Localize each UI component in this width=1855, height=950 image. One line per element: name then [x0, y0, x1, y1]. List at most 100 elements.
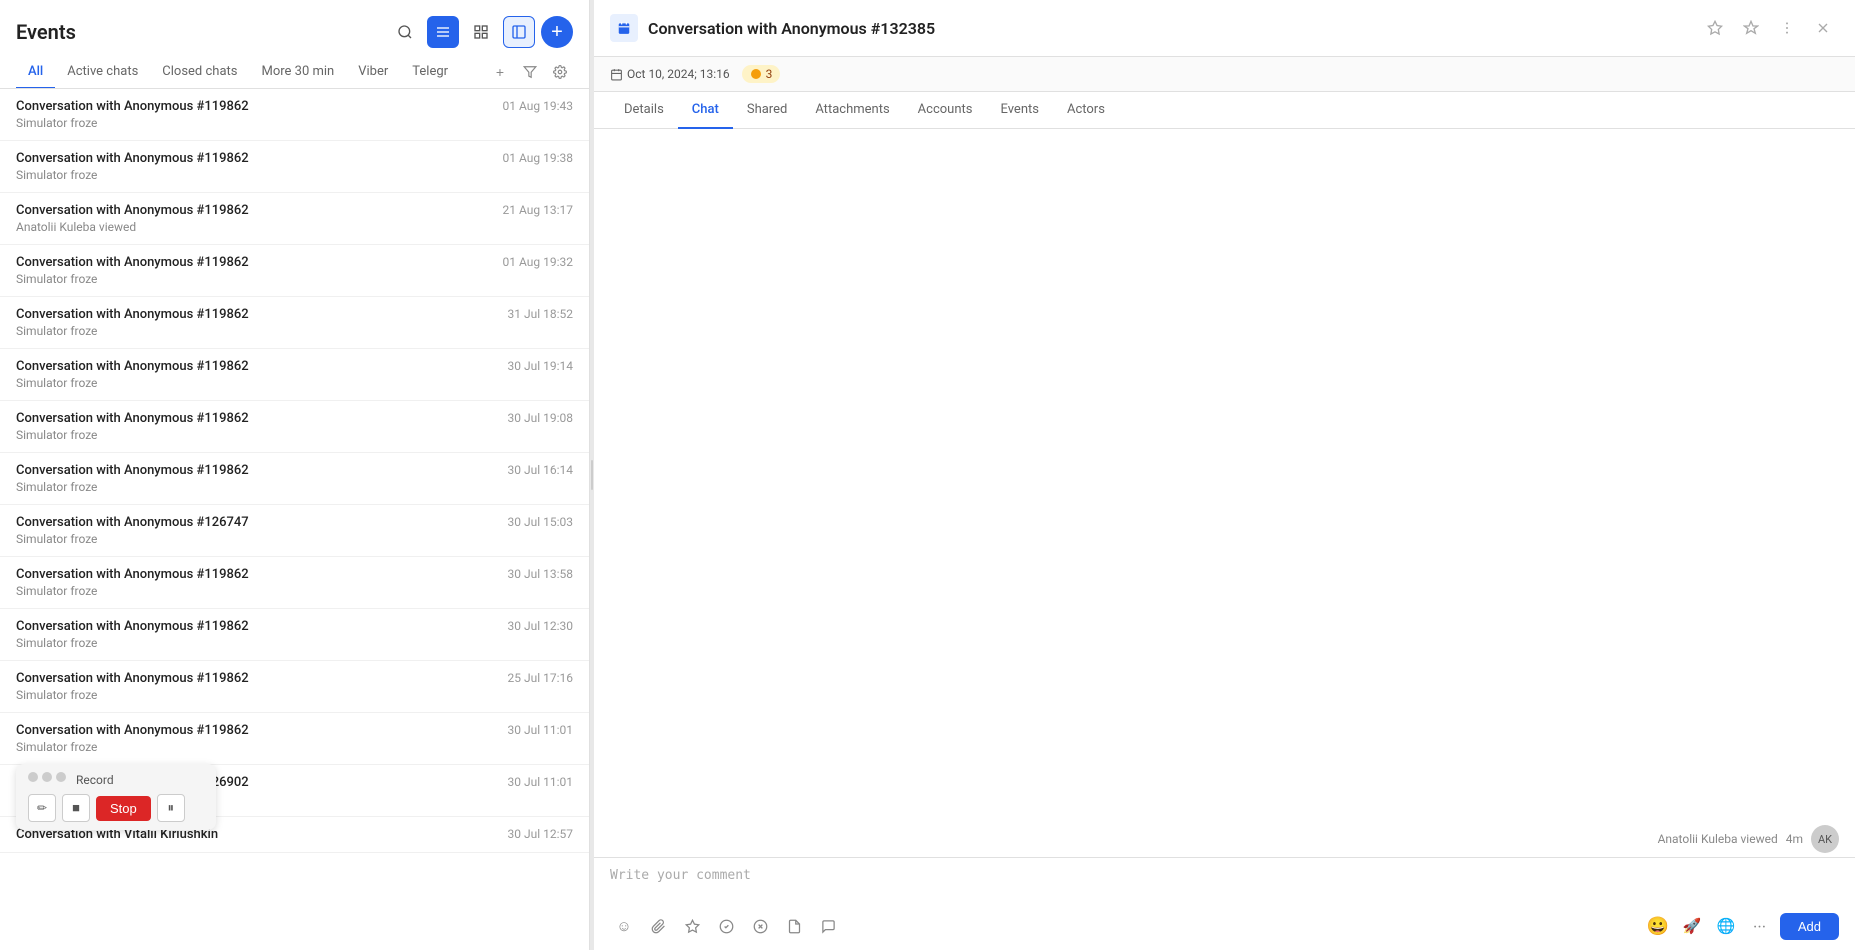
dot-1 — [28, 772, 38, 782]
event-item[interactable]: Conversation with Anonymous #119862 01 A… — [0, 89, 589, 141]
meta-date: Oct 10, 2024; 13:16 — [610, 67, 730, 81]
tab-all[interactable]: All — [16, 56, 55, 89]
left-panel: Events + All Active chats Closed chats M… — [0, 0, 590, 950]
star-button[interactable] — [1699, 12, 1731, 44]
header-actions: + — [389, 16, 573, 48]
edit-icon-btn[interactable]: ✏ — [28, 794, 56, 822]
rocket-button[interactable]: 🚀 — [1678, 912, 1706, 940]
nav-tab-details[interactable]: Details — [610, 92, 678, 129]
settings-button[interactable] — [547, 59, 573, 85]
event-item[interactable]: Conversation with Anonymous #119862 21 A… — [0, 193, 589, 245]
check-button[interactable] — [712, 912, 740, 940]
tab-telegr[interactable]: Telegr — [400, 56, 460, 89]
reply-button[interactable] — [814, 912, 842, 940]
more-options-button[interactable] — [1771, 12, 1803, 44]
event-sub: Anatolii Kuleba viewed — [16, 220, 573, 234]
meta-badge: 3 — [742, 65, 781, 83]
add-event-button[interactable]: + — [541, 16, 573, 48]
note-button[interactable] — [780, 912, 808, 940]
right-panel: Conversation with Anonymous #132385 Oct … — [594, 0, 1855, 950]
event-time: 30 Jul 12:57 — [508, 827, 573, 841]
event-sub: Simulator froze — [16, 168, 573, 182]
event-item[interactable]: Conversation with Anonymous #119862 30 J… — [0, 349, 589, 401]
more-toolbar-button[interactable] — [1746, 912, 1774, 940]
event-item[interactable]: Conversation with Anonymous #119862 30 J… — [0, 713, 589, 765]
pin-button[interactable] — [1735, 12, 1767, 44]
event-time: 01 Aug 19:43 — [503, 99, 573, 113]
tab-active-chats[interactable]: Active chats — [55, 56, 150, 89]
dot-3 — [56, 772, 66, 782]
event-item[interactable]: Conversation with Anonymous #126747 30 J… — [0, 505, 589, 557]
panel-toggle-button[interactable] — [503, 16, 535, 48]
nav-tab-accounts[interactable]: Accounts — [904, 92, 987, 129]
event-sub: Simulator froze — [16, 532, 573, 546]
event-time: 30 Jul 19:14 — [508, 359, 573, 373]
filter-button[interactable] — [517, 59, 543, 85]
nav-tab-attachments[interactable]: Attachments — [801, 92, 903, 129]
red-emoji-button[interactable]: 😀 — [1644, 912, 1672, 940]
close-tool-button[interactable] — [746, 912, 774, 940]
star-tool-button[interactable] — [678, 912, 706, 940]
pause-icon: ⏸ — [168, 801, 175, 816]
event-time: 30 Jul 15:03 — [508, 515, 573, 529]
stop-record-shape-btn[interactable]: ■ — [62, 794, 90, 822]
avatar: AK — [1811, 825, 1839, 853]
add-comment-button[interactable]: Add — [1780, 913, 1839, 940]
viewed-by: Anatolii Kuleba viewed — [1658, 832, 1778, 846]
comment-input[interactable] — [610, 868, 1839, 900]
event-title: Conversation with Anonymous #126747 — [16, 515, 249, 530]
pause-button[interactable]: ⏸ — [157, 794, 185, 822]
event-time: 30 Jul 13:58 — [508, 567, 573, 581]
stop-button[interactable]: Stop — [96, 796, 151, 821]
record-label: Record — [76, 773, 114, 787]
event-title: Conversation with Anonymous #119862 — [16, 463, 249, 478]
dot-2 — [42, 772, 52, 782]
viewed-time: 4m — [1786, 832, 1803, 846]
event-time: 31 Jul 18:52 — [508, 307, 573, 321]
nav-tab-actors[interactable]: Actors — [1053, 92, 1119, 129]
event-title: Conversation with Anonymous #119862 — [16, 567, 249, 582]
event-time: 30 Jul 16:14 — [508, 463, 573, 477]
event-item[interactable]: Conversation with Anonymous #119862 01 A… — [0, 141, 589, 193]
event-title: Conversation with Anonymous #119862 — [16, 619, 249, 634]
tab-more-30-min[interactable]: More 30 min — [249, 56, 346, 89]
event-list: Conversation with Anonymous #119862 01 A… — [0, 89, 589, 950]
event-item[interactable]: Conversation with Anonymous #119862 01 A… — [0, 245, 589, 297]
event-sub: Simulator froze — [16, 116, 573, 130]
nav-tab-events[interactable]: Events — [986, 92, 1052, 129]
event-time: 30 Jul 11:01 — [508, 775, 573, 789]
conv-title: Conversation with Anonymous #132385 — [648, 19, 1689, 38]
event-item[interactable]: Conversation with Anonymous #119862 30 J… — [0, 609, 589, 661]
emoji-button[interactable]: ☺ — [610, 912, 638, 940]
event-item[interactable]: Conversation with Anonymous #119862 31 J… — [0, 297, 589, 349]
chat-footer-info: Anatolii Kuleba viewed 4m AK — [594, 821, 1855, 857]
conv-header-actions — [1699, 12, 1839, 44]
grid-view-button[interactable] — [465, 16, 497, 48]
nav-tab-shared[interactable]: Shared — [733, 92, 801, 129]
event-item[interactable]: Conversation with Anonymous #119862 30 J… — [0, 453, 589, 505]
event-title: Conversation with Anonymous #119862 — [16, 255, 249, 270]
event-sub: Simulator froze — [16, 272, 573, 286]
event-time: 30 Jul 19:08 — [508, 411, 573, 425]
event-time: 01 Aug 19:32 — [503, 255, 573, 269]
event-item[interactable]: Conversation with Anonymous #119862 30 J… — [0, 401, 589, 453]
filter-tabs: All Active chats Closed chats More 30 mi… — [0, 48, 589, 89]
event-time: 21 Aug 13:17 — [503, 203, 573, 217]
tab-closed-chats[interactable]: Closed chats — [150, 56, 249, 89]
event-time: 30 Jul 12:30 — [508, 619, 573, 633]
event-item[interactable]: Conversation with Anonymous #119862 25 J… — [0, 661, 589, 713]
add-tab-button[interactable]: + — [487, 59, 513, 85]
nav-tab-chat[interactable]: Chat — [678, 92, 733, 129]
close-button[interactable] — [1807, 12, 1839, 44]
globe-button[interactable]: 🌐 — [1712, 912, 1740, 940]
attach-button[interactable] — [644, 912, 672, 940]
search-button[interactable] — [389, 16, 421, 48]
nav-tabs: Details Chat Shared Attachments Accounts… — [594, 92, 1855, 129]
list-view-button[interactable] — [427, 16, 459, 48]
conv-header: Conversation with Anonymous #132385 — [594, 0, 1855, 57]
event-item[interactable]: Conversation with Anonymous #119862 30 J… — [0, 557, 589, 609]
event-title: Conversation with Anonymous #119862 — [16, 411, 249, 426]
tab-viber[interactable]: Viber — [346, 56, 400, 89]
event-sub: Simulator froze — [16, 324, 573, 338]
comment-box: ☺ 😀 🚀 🌐 — [594, 857, 1855, 950]
